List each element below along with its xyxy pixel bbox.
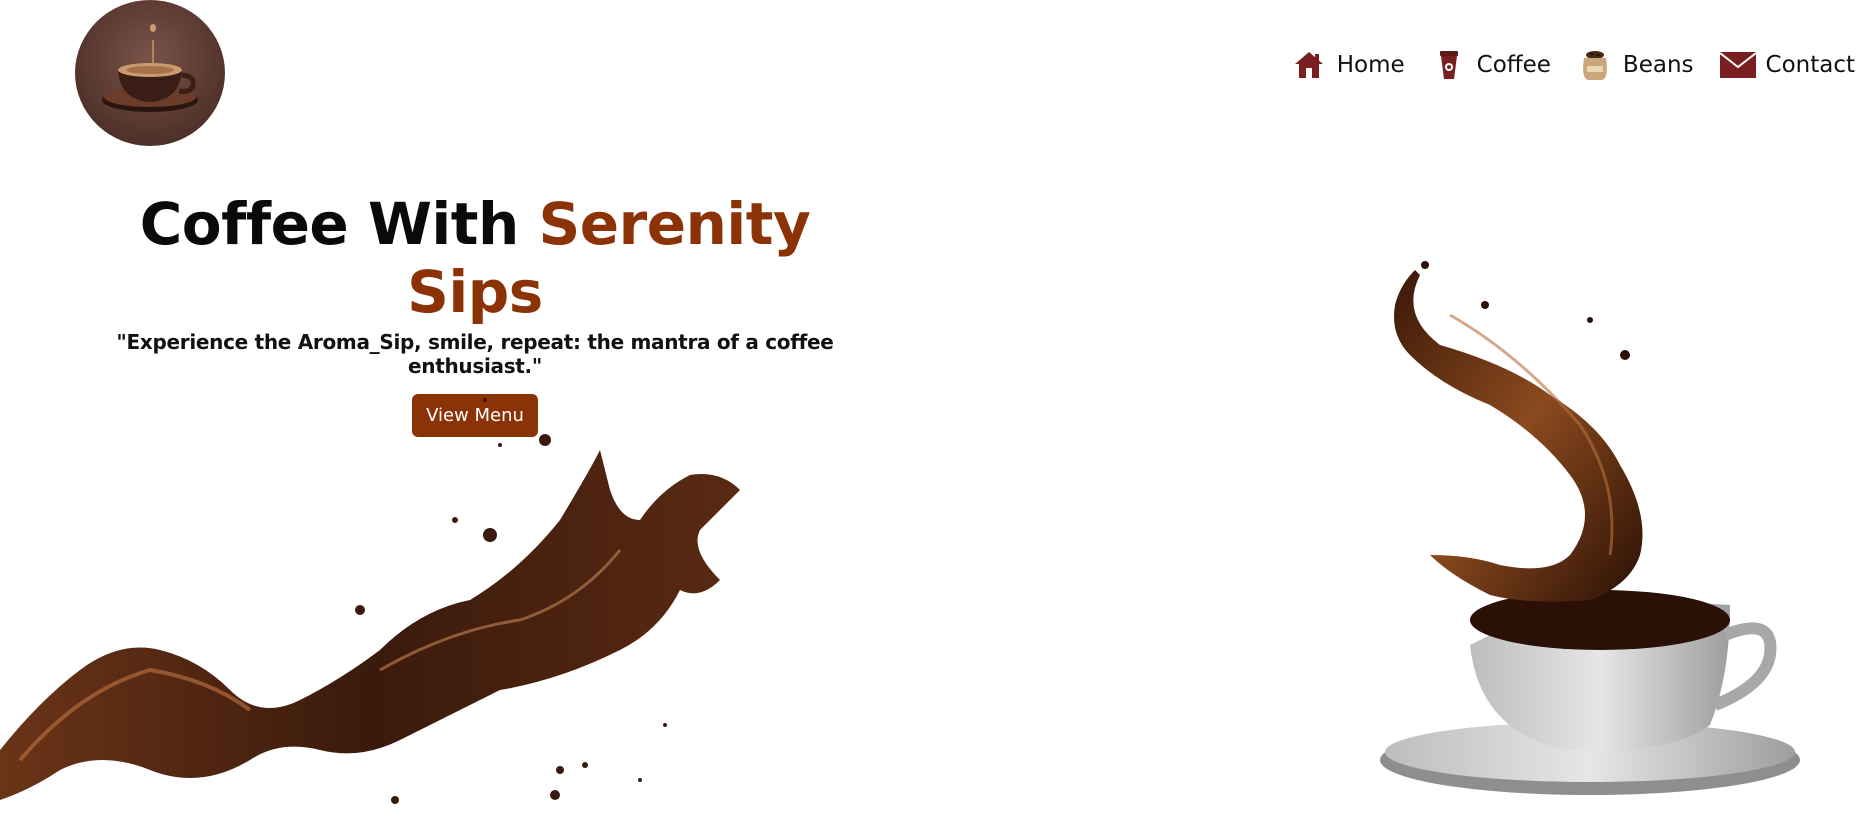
coffee-splash-image <box>0 370 760 814</box>
hero-title: Coffee With Serenity Sips <box>100 190 850 326</box>
nav-item-coffee[interactable]: Coffee <box>1431 48 1551 82</box>
coffee-cup-logo[interactable] <box>75 0 225 146</box>
main-nav: Home Coffee Beans Contact <box>1291 48 1855 82</box>
nav-item-coffee-label: Coffee <box>1476 52 1551 78</box>
nav-item-beans[interactable]: Beans <box>1577 48 1694 82</box>
nav-item-contact[interactable]: Contact <box>1719 48 1855 82</box>
nav-item-home-label: Home <box>1336 52 1405 78</box>
coffee-cup-icon <box>1431 48 1467 82</box>
nav-item-home[interactable]: Home <box>1291 48 1405 82</box>
bean-sack-icon <box>1577 48 1613 82</box>
nav-item-beans-label: Beans <box>1622 52 1694 78</box>
envelope-icon <box>1719 48 1756 82</box>
landing-page: Home Coffee Beans Contact Coffee With Se… <box>0 0 1873 814</box>
house-icon <box>1291 48 1327 82</box>
coffee-cup-splash-image <box>1370 255 1850 795</box>
nav-item-contact-label: Contact <box>1765 52 1855 78</box>
hero-title-prefix: Coffee With <box>139 190 539 258</box>
